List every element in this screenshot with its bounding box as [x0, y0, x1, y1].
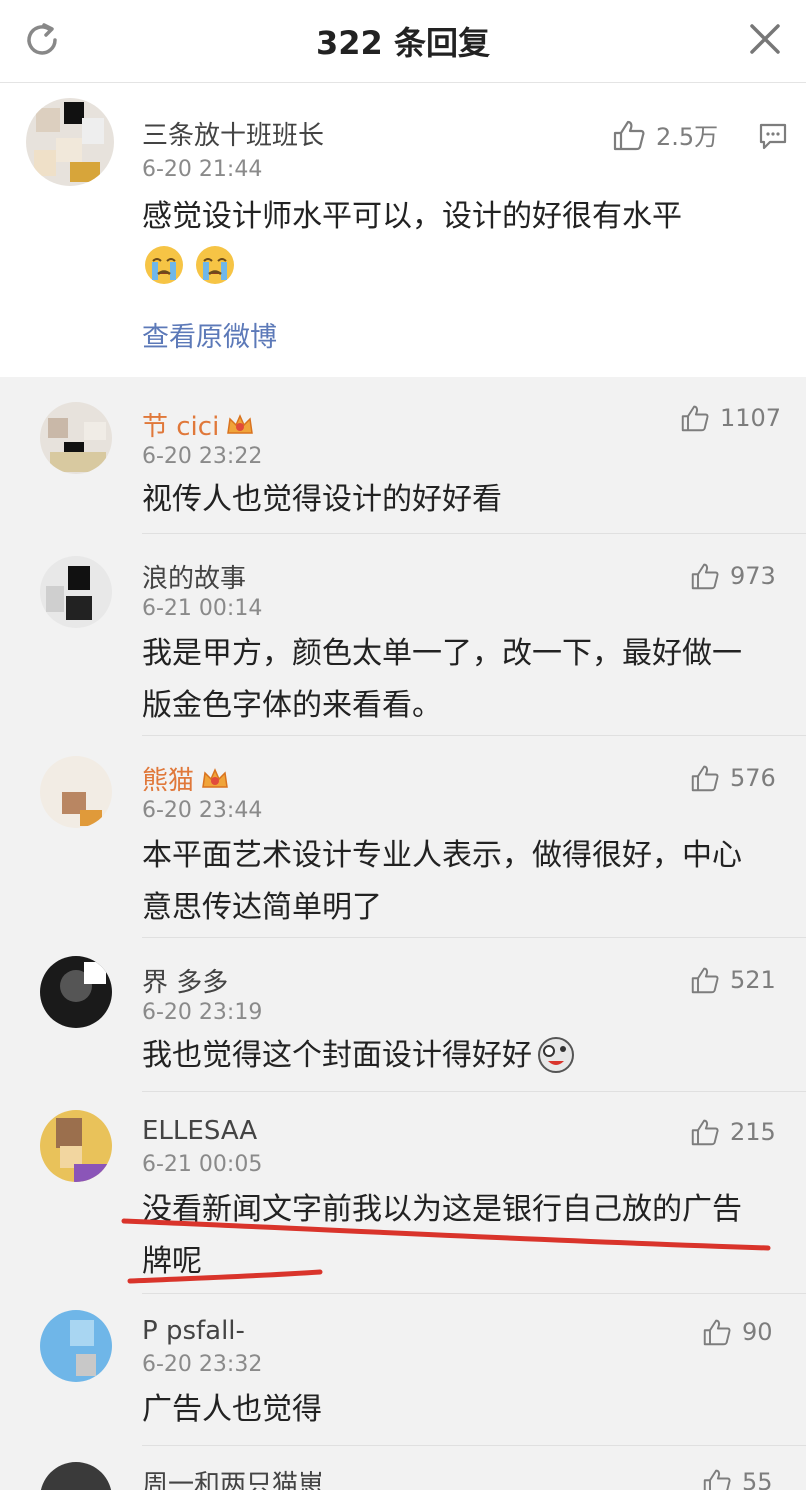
like-button[interactable]: 973: [690, 562, 776, 590]
like-button[interactable]: 521: [690, 966, 776, 994]
like-count: 576: [730, 764, 776, 792]
reply-author[interactable]: 界 多多: [142, 962, 228, 999]
thumbs-up-icon: [703, 1469, 731, 1490]
reply-item: 熊猫 6-20 23:44 576 本平面艺术设计专业人表示，做得很好，中心意思…: [0, 736, 806, 938]
reply-author[interactable]: 浪的故事: [142, 558, 246, 595]
reply-text: 本平面艺术设计专业人表示，做得很好，中心意思传达简单明了: [142, 838, 742, 925]
close-icon[interactable]: [744, 18, 786, 60]
like-button[interactable]: 1107: [680, 404, 781, 432]
crown-badge-icon: [202, 768, 228, 788]
reply-time: 6-20 23:22: [142, 444, 263, 469]
reply-time: 6-21 00:05: [142, 1152, 263, 1177]
like-count: 973: [730, 562, 776, 590]
reply-time: 6-21 00:14: [142, 596, 263, 621]
reply-item: 周一和两只猫崽 55: [0, 1446, 806, 1490]
reply-author[interactable]: P psfall-: [142, 1316, 245, 1346]
reply-text: 我是甲方，颜色太单一了，改一下，最好做一版金色字体的来看看。: [142, 636, 742, 723]
like-count: 55: [742, 1468, 773, 1490]
reply-text: 没看新闻文字前我以为这是银行自己放的广告牌呢: [142, 1192, 742, 1279]
crazy-face-emoji-icon: [538, 1037, 574, 1073]
reply-item: 节 cici 6-20 23:22 1107 视传人也觉得设计的好好看: [0, 378, 806, 534]
avatar[interactable]: [40, 956, 112, 1028]
like-count: 1107: [720, 404, 782, 432]
like-count: 215: [730, 1118, 776, 1146]
like-button[interactable]: 90: [702, 1318, 773, 1346]
like-count: 2.5万: [656, 123, 719, 151]
reply-text: 我也觉得这个封面设计得好好: [142, 1030, 782, 1082]
comment-text: 感觉设计师水平可以，设计的好很有水平: [142, 199, 682, 234]
avatar[interactable]: [40, 1310, 112, 1382]
comment-time: 6-20 21:44: [142, 157, 263, 182]
reply-text: 广告人也觉得: [142, 1392, 322, 1427]
reply-text: 视传人也觉得设计的好好看: [142, 482, 502, 517]
like-button[interactable]: 55: [702, 1468, 773, 1490]
reply-time: 6-20 23:32: [142, 1352, 263, 1377]
thumbs-up-icon: [613, 120, 645, 151]
reply-time: 6-20 23:19: [142, 1000, 263, 1025]
thumbs-up-icon: [691, 563, 719, 590]
avatar[interactable]: [40, 556, 112, 628]
top-bar: 322 条回复: [0, 0, 806, 83]
reply-item: 浪的故事 6-21 00:14 973 我是甲方，颜色太单一了，改一下，最好做一…: [0, 534, 806, 736]
avatar[interactable]: [40, 402, 112, 474]
thumbs-up-icon: [681, 405, 709, 432]
reply-item: 界 多多 6-20 23:19 521 我也觉得这个封面设计得好好: [0, 938, 806, 1092]
like-count: 90: [742, 1318, 773, 1346]
thumbs-up-icon: [691, 1119, 719, 1146]
view-original-post-link[interactable]: 查看原微博: [142, 315, 277, 354]
like-button[interactable]: 576: [690, 764, 776, 792]
avatar[interactable]: [26, 98, 114, 186]
reply-item: ELLESAA 6-21 00:05 215 没看新闻文字前我以为这是银行自己放…: [0, 1092, 806, 1294]
crying-emoji-icon: [145, 246, 183, 284]
reply-author[interactable]: 节 cici: [142, 406, 255, 443]
page-title: 322 条回复: [316, 24, 490, 62]
avatar[interactable]: [40, 1462, 112, 1490]
like-count: 521: [730, 966, 776, 994]
crying-emoji-icon: [196, 246, 235, 284]
crown-badge-icon: [227, 414, 254, 434]
comment-icon[interactable]: [758, 121, 788, 151]
avatar[interactable]: [40, 1110, 112, 1182]
reply-author[interactable]: 熊猫: [142, 760, 230, 797]
thumbs-up-icon: [691, 967, 719, 994]
reply-author[interactable]: 周一和两只猫崽: [142, 1464, 324, 1490]
thumbs-up-icon: [703, 1319, 731, 1346]
reply-time: 6-20 23:44: [142, 798, 263, 823]
root-comment: 三条放十班班长 6-20 21:44 2.5万 感觉设计师水平可以，设计的好很有…: [0, 83, 806, 377]
reply-author[interactable]: ELLESAA: [142, 1116, 257, 1146]
reply-item: P psfall- 6-20 23:32 90 广告人也觉得: [0, 1294, 806, 1446]
avatar[interactable]: [40, 756, 112, 828]
thumbs-up-icon: [691, 765, 719, 792]
comment-author[interactable]: 三条放十班班长: [142, 115, 324, 152]
like-button[interactable]: 2.5万: [612, 117, 718, 152]
like-button[interactable]: 215: [690, 1118, 776, 1146]
